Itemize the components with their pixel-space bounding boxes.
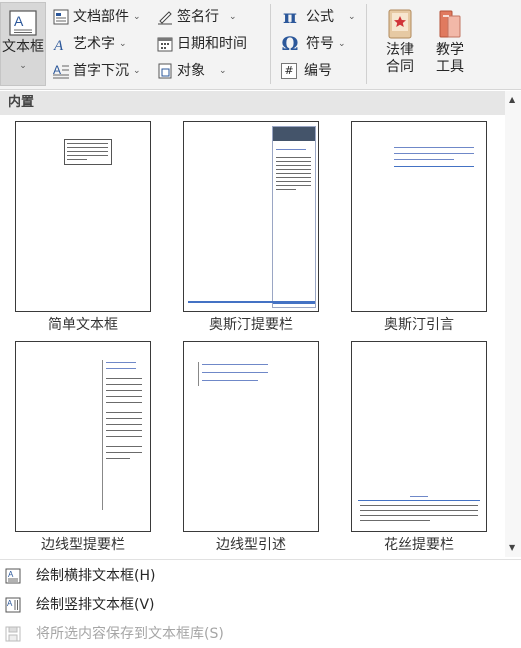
save-selection-to-gallery-item: 将所选内容保存到文本框库(S) [0,620,505,648]
signature-line-button[interactable]: 签名行 ⌄ [156,5,237,29]
wordart-button[interactable]: A 艺术字 ⌄ [52,32,127,56]
wordart-icon: A [52,35,70,53]
law-contract-label: 法律 合同 [386,42,414,75]
object-icon [156,62,174,80]
chevron-down-icon: ⌄ [133,66,141,76]
teaching-tools-label: 教学 工具 [436,42,464,75]
textbox-button[interactable]: A 文本框 ⌄ [0,2,46,86]
chevron-down-icon: ⌄ [348,12,356,22]
signature-line-icon [156,8,174,26]
thumbnail-sideline-sidebar [15,341,151,532]
number-button[interactable]: # 编号 [281,59,332,83]
equation-label: 公式 [306,9,334,25]
omega-symbol-icon: Ω [281,33,299,55]
thumbnail-sideline-quote [183,341,319,532]
svg-text:A: A [7,599,13,608]
thumbnail-simple-textbox [15,121,151,312]
draw-vertical-textbox-label: 绘制竖排文本框(V) [36,597,155,613]
gallery-item-label: 花丝提要栏 [384,537,454,553]
draw-horizontal-textbox-label: 绘制横排文本框(H) [36,568,156,584]
chevron-down-icon: ⌄ [133,12,141,22]
object-button[interactable]: 对象 ⌄ [156,59,227,83]
date-time-icon [156,35,174,53]
law-contract-icon [388,9,412,39]
save-to-gallery-icon [5,626,21,642]
gallery-item-label: 简单文本框 [48,317,118,333]
chevron-down-icon: ⌄ [229,12,237,22]
quick-parts-label: 文档部件 [73,9,129,25]
builtin-section-header: 内置 [0,91,505,115]
chevron-down-icon: ⌄ [338,39,346,49]
signature-line-label: 签名行 [177,9,219,25]
gallery-item-label: 边线型提要栏 [41,537,125,553]
equation-button[interactable]: π 公式 ⌄ [281,5,356,29]
gallery-item-label: 奥斯汀引言 [384,317,454,333]
svg-text:A: A [8,570,14,579]
chevron-down-icon: ⌄ [219,66,227,76]
svg-text:A: A [53,38,64,52]
scroll-up-icon[interactable]: ▲ [509,95,515,104]
ribbon-divider [270,4,271,84]
draw-vertical-textbox-item[interactable]: A 绘制竖排文本框(V) [0,591,505,619]
save-selection-to-gallery-label: 将所选内容保存到文本框库(S) [36,626,224,642]
chevron-down-icon: ⌄ [119,39,127,49]
ribbon-divider [366,4,367,84]
svg-text:A: A [14,13,24,29]
drop-cap-icon: A [52,62,70,80]
thumbnail-filigree-sidebar [351,341,487,532]
textbox-label: 文本框 [2,39,44,55]
thumbnail-austin-sidebar [183,121,319,312]
symbol-label: 符号 [306,36,334,52]
gallery-item-label: 边线型引述 [216,537,286,553]
pi-equation-icon: π [283,6,297,28]
gallery-item-label: 奥斯汀提要栏 [209,317,293,333]
teaching-tools-button[interactable]: 教学 工具 [428,2,472,86]
quick-parts-button[interactable]: 文档部件 ⌄ [52,5,141,29]
chevron-down-icon: ⌄ [19,61,27,71]
scroll-down-icon[interactable]: ▼ [509,543,515,552]
symbol-button[interactable]: Ω 符号 ⌄ [281,32,346,56]
date-time-button[interactable]: 日期和时间 [156,32,247,56]
teaching-tools-icon [439,10,461,38]
draw-horizontal-textbox-icon: A [5,568,21,584]
textbox-menu-footer: A 绘制横排文本框(H) A 绘制竖排文本框(V) 将所选内容保存到文本框库(S… [0,559,521,648]
quick-parts-icon [52,8,70,26]
date-time-label: 日期和时间 [177,36,247,52]
draw-horizontal-textbox-item[interactable]: A 绘制横排文本框(H) [0,562,505,590]
draw-vertical-textbox-icon: A [5,597,21,613]
gallery-scrollbar[interactable]: ▲ ▼ [505,91,521,557]
drop-cap-button[interactable]: A 首字下沉 ⌄ [52,59,141,83]
text-box-icon: A [9,10,37,36]
number-label: 编号 [304,63,332,79]
number-icon: # [281,63,297,79]
thumbnail-austin-quote [351,121,487,312]
insert-ribbon: A 文本框 ⌄ 文档部件 ⌄ A 艺术字 ⌄ A 首字下沉 ⌄ 签名行 ⌄ 日期… [0,0,521,90]
drop-cap-label: 首字下沉 [73,63,129,79]
object-label: 对象 [177,63,205,79]
wordart-label: 艺术字 [73,36,115,52]
law-contract-button[interactable]: 法律 合同 [378,2,422,86]
